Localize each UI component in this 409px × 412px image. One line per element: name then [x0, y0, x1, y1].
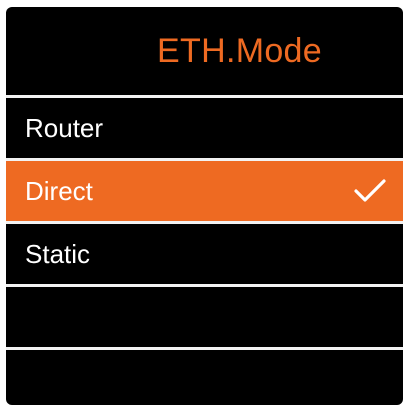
empty-menu-slot [6, 287, 403, 347]
menu-item-label: Router [25, 112, 104, 143]
title-bar: ETH.Mode [6, 7, 403, 95]
device-screen: ETH.Mode Router Direct Static [6, 7, 403, 405]
menu-item-static[interactable]: Static [6, 224, 403, 284]
menu-item-label: Direct [25, 175, 93, 206]
page-title: ETH.Mode [157, 31, 322, 70]
menu-item-direct[interactable]: Direct [6, 161, 403, 221]
menu-item-router[interactable]: Router [6, 98, 403, 158]
empty-menu-slot [6, 350, 403, 405]
menu-item-label: Static [25, 238, 91, 269]
check-icon [353, 177, 387, 205]
